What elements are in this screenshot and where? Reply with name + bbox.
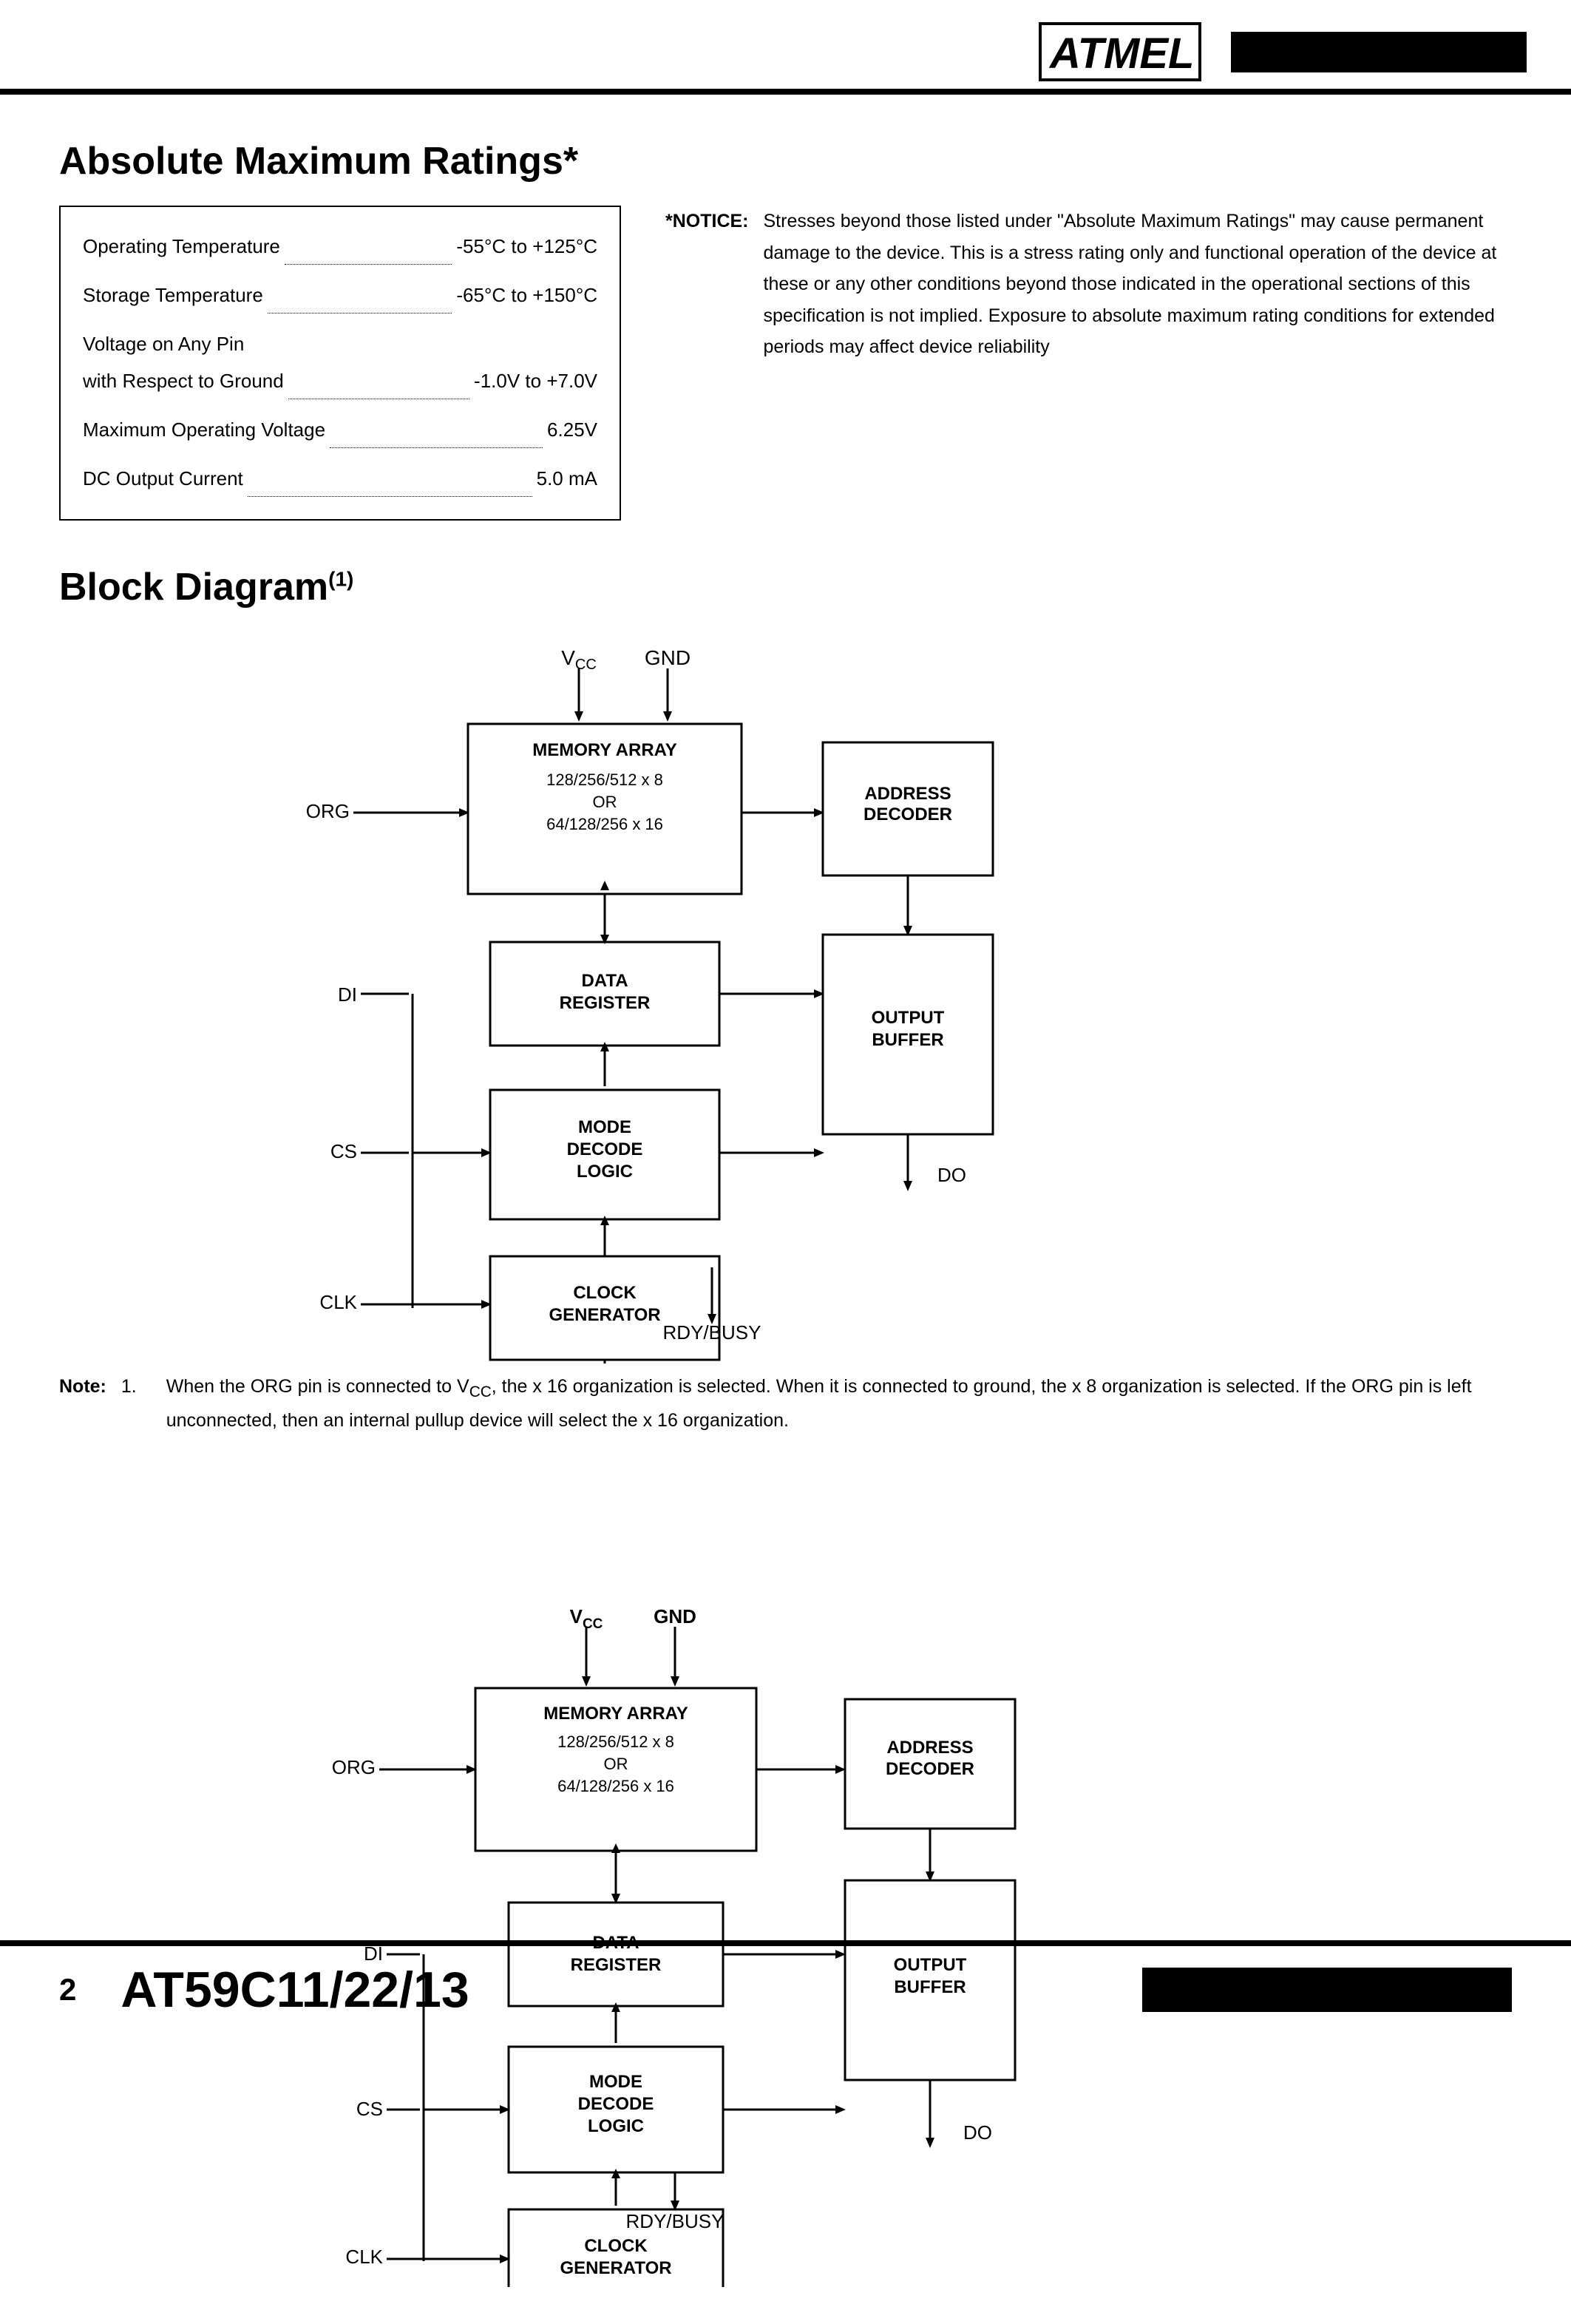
footer-bar-decoration [1142, 1968, 1512, 2012]
cs-signal: CS [356, 2098, 382, 2120]
svg-text:CS: CS [330, 1140, 356, 1162]
page-footer: 2 AT59C11/22/13 [0, 1940, 1571, 2033]
block-diagram-final-svg: VCC GND MEMORY ARRAY 128/256/512 x 8 OR … [231, 1585, 1340, 2287]
note-number: 1. [121, 1371, 137, 1437]
svg-text:BUFFER: BUFFER [872, 1030, 943, 1050]
rating-value-3: -1.0V to +7.0V [474, 364, 597, 399]
svg-text:64/128/256 x 16: 64/128/256 x 16 [557, 1777, 674, 1795]
svg-text:DECODER: DECODER [863, 804, 951, 824]
notice-section: *NOTICE: Stresses beyond those listed un… [665, 206, 1512, 521]
svg-text:CLK: CLK [319, 1291, 357, 1313]
svg-text:CLOCK: CLOCK [573, 1283, 637, 1303]
svg-text:DO: DO [937, 1164, 966, 1186]
svg-text:DI: DI [338, 983, 357, 1006]
svg-text:GENERATOR: GENERATOR [560, 2258, 671, 2278]
rating-value-1: -55°C to +125°C [456, 229, 597, 264]
atmel-logo-icon: ATMEL [1039, 22, 1201, 81]
svg-text:RDY/BUSY: RDY/BUSY [625, 2210, 724, 2232]
rating-value-5: 5.0 mA [537, 461, 597, 496]
logo-area: ATMEL [1039, 22, 1527, 81]
svg-text:DECODE: DECODE [577, 2094, 654, 2114]
page-number: 2 [59, 1972, 76, 2008]
rating-label-3a: Voltage on Any Pin [83, 333, 244, 355]
rating-value-2: -65°C to +150°C [456, 278, 597, 313]
rating-label-5: DC Output Current [83, 461, 243, 496]
do-signal: DO [963, 2121, 992, 2144]
org-signal: ORG [331, 1756, 375, 1778]
svg-text:OR: OR [603, 1755, 628, 1773]
rating-label-1: Operating Temperature [83, 229, 280, 264]
device-title: AT59C11/22/13 [121, 1961, 1142, 2019]
note-label-text: Note: [59, 1371, 106, 1437]
block-diagram-title: Block Diagram(1) [59, 565, 1512, 609]
block-diagram-wrapper: VCC GND MEMORY ARRAY 128/256/512 x 8 OR … [59, 624, 1512, 1363]
ratings-table: Operating Temperature -55°C to +125°C St… [59, 206, 621, 521]
svg-text:DATA: DATA [581, 971, 628, 991]
absolute-max-ratings-title: Absolute Maximum Ratings* [59, 139, 1512, 183]
svg-gnd: GND [644, 646, 690, 669]
svg-text:MEMORY ARRAY: MEMORY ARRAY [543, 1704, 688, 1724]
svg-memory-title: MEMORY ARRAY [532, 740, 677, 760]
svg-text:OUTPUT: OUTPUT [871, 1008, 944, 1028]
svg-text:DECODE: DECODE [566, 1139, 642, 1159]
rating-label-3b: with Respect to Ground [83, 364, 284, 399]
rating-value-4: 6.25V [547, 413, 597, 447]
svg-text:GENERATOR: GENERATOR [549, 1305, 660, 1325]
svg-text:MODE: MODE [578, 1117, 631, 1137]
gnd-text: GND [654, 1605, 696, 1627]
notice-layout: *NOTICE: Stresses beyond those listed un… [665, 206, 1512, 363]
svg-text:128/256/512 x 8: 128/256/512 x 8 [546, 770, 663, 789]
block-diagram-main-svg: VCC GND MEMORY ARRAY 128/256/512 x 8 OR … [194, 624, 1377, 1363]
svg-text:ADDRESS: ADDRESS [886, 1738, 973, 1758]
svg-text:MODE: MODE [589, 2072, 642, 2092]
svg-text:DECODER: DECODER [885, 1759, 974, 1779]
svg-text:RDY/BUSY: RDY/BUSY [662, 1321, 761, 1344]
notice-text: Stresses beyond those listed under "Abso… [764, 206, 1513, 363]
header-bar-decoration [1231, 32, 1527, 72]
notice-label: *NOTICE: [665, 206, 749, 363]
svg-text:ATMEL: ATMEL [1048, 30, 1194, 78]
main-content: Absolute Maximum Ratings* Operating Temp… [0, 95, 1571, 1585]
svg-text:LOGIC: LOGIC [588, 2116, 644, 2136]
block-diagram-proper: VCC GND MEMORY ARRAY 128/256/512 x 8 OR … [59, 1585, 1512, 2287]
svg-text:ADDRESS: ADDRESS [864, 784, 951, 804]
absolute-max-ratings-section: Absolute Maximum Ratings* Operating Temp… [59, 139, 1512, 521]
rating-label-4: Maximum Operating Voltage [83, 413, 325, 447]
svg-text:CLOCK: CLOCK [584, 2236, 648, 2256]
ratings-layout: Operating Temperature -55°C to +125°C St… [59, 206, 1512, 521]
note-text: When the ORG pin is connected to VCC, th… [166, 1371, 1512, 1437]
note-section: Note: 1. When the ORG pin is connected t… [59, 1371, 1512, 1437]
page-header: ATMEL [0, 0, 1571, 95]
svg-text:64/128/256 x 16: 64/128/256 x 16 [546, 815, 663, 833]
svg-text:128/256/512 x 8: 128/256/512 x 8 [557, 1732, 674, 1751]
rating-label-2: Storage Temperature [83, 278, 263, 313]
svg-text:LOGIC: LOGIC [577, 1162, 633, 1182]
clk-signal: CLK [345, 2246, 383, 2268]
svg-text:REGISTER: REGISTER [559, 993, 650, 1013]
svg-text:OR: OR [592, 793, 617, 811]
block-diagram-section: Block Diagram(1) V CC GND MEMORY ARRAY 1… [59, 565, 1512, 1363]
svg-org-label: ORG [305, 800, 349, 822]
